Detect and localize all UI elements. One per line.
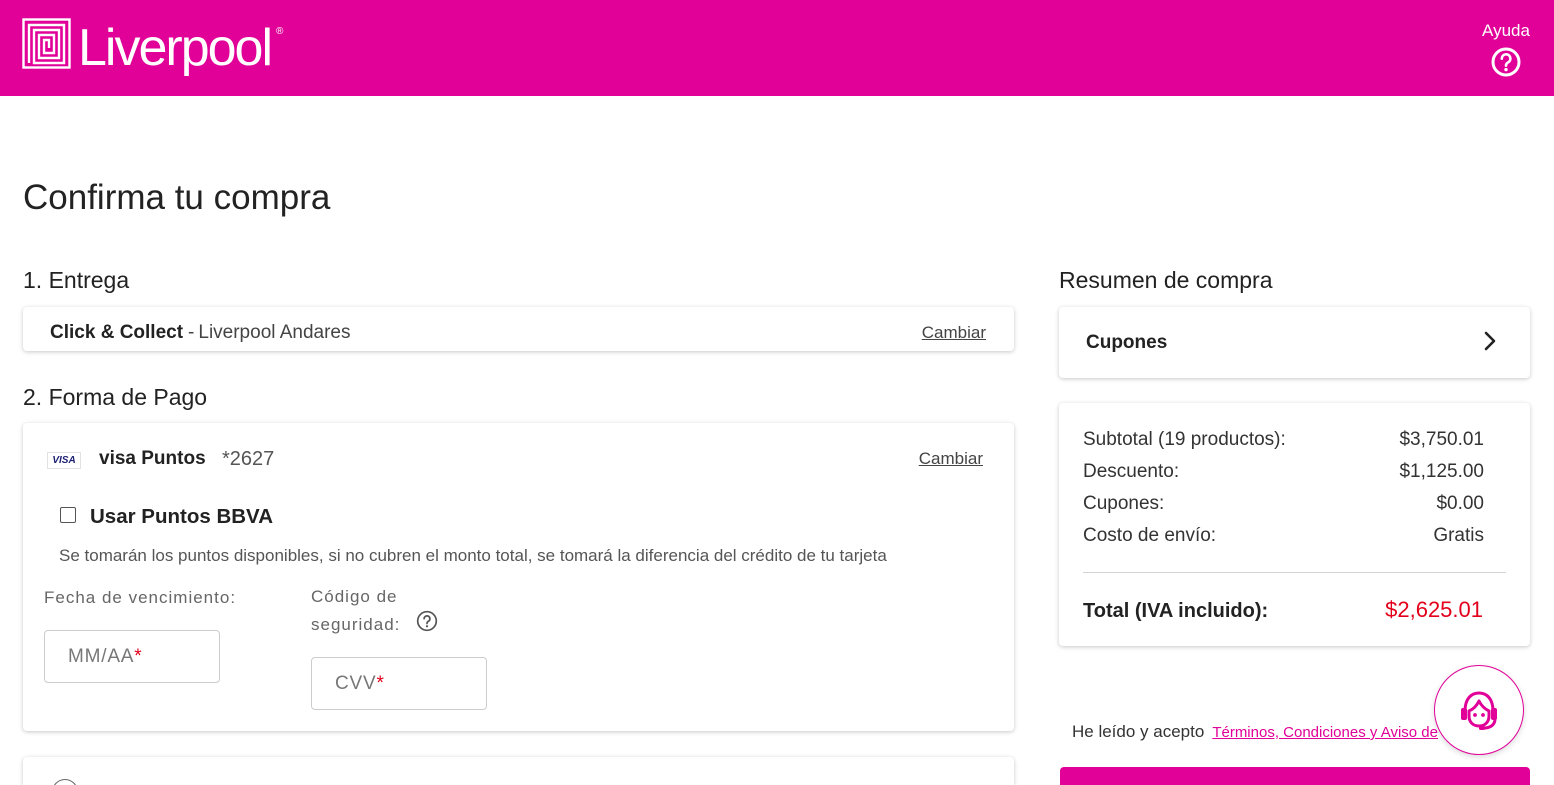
help-link[interactable]: Ayuda <box>1478 18 1534 84</box>
summary-row-label: Descuento: <box>1083 461 1180 482</box>
summary-divider <box>1083 572 1506 573</box>
summary-row: Subtotal (19 productos): $3,750.01 <box>1083 424 1484 456</box>
delivery-method: Click & Collect <box>50 322 184 343</box>
top-header: Liverpool ® Ayuda <box>0 0 1554 96</box>
summary-heading: Resumen de compra <box>1059 267 1273 293</box>
liverpool-logo-icon <box>22 18 71 69</box>
summary-card: Subtotal (19 productos): $3,750.01 Descu… <box>1059 403 1530 646</box>
points-note: Se tomarán los puntos disponibles, si no… <box>59 546 887 565</box>
brand-name: Liverpool <box>78 19 273 77</box>
payment-option-card <box>23 757 1014 785</box>
summary-row-value: $3,750.01 <box>1399 429 1484 450</box>
summary-row-value: Gratis <box>1433 525 1484 546</box>
cvv-label: Código de seguridad: <box>311 587 401 634</box>
delivery-heading: 1. Entrega <box>23 267 130 293</box>
page-title: Confirma tu compra <box>23 178 331 217</box>
summary-row-value: $1,125.00 <box>1399 461 1484 482</box>
total-value: $2,625.01 <box>1385 597 1483 622</box>
card-name: visa Puntos <box>99 448 206 469</box>
question-circle-icon <box>1491 47 1521 77</box>
summary-row-label: Cupones: <box>1083 493 1165 514</box>
delivery-separator: - <box>188 322 195 343</box>
use-points-label[interactable]: Usar Puntos BBVA <box>90 504 273 530</box>
delivery-card: Click & Collect - Liverpool Andares Cambia… <box>23 307 1014 351</box>
cvv-input[interactable]: CVV* <box>311 657 487 710</box>
expiry-input[interactable]: MM/AA* <box>44 630 220 683</box>
change-payment-link[interactable]: Cambiar <box>919 449 983 469</box>
visa-logo: VISA <box>47 452 81 469</box>
terms-link[interactable]: Términos, Condiciones y Aviso de <box>1212 724 1438 741</box>
summary-row: Costo de envío: Gratis <box>1083 520 1484 552</box>
terms-acceptance: He leído y acepto Términos, Condiciones y… <box>1072 721 1438 744</box>
summary-row-label: Subtotal (19 productos): <box>1083 429 1286 450</box>
card-number: *2627 <box>222 448 275 470</box>
summary-total: Total (IVA incluido): $2,625.01 <box>1083 594 1483 627</box>
question-circle-icon[interactable] <box>416 610 438 632</box>
delivery-summary: Click & Collect - Liverpool Andares <box>50 322 350 345</box>
summary-row-value: $0.00 <box>1436 493 1484 514</box>
help-label: Ayuda <box>1482 21 1530 40</box>
summary-row: Descuento: $1,125.00 <box>1083 456 1484 488</box>
use-points-checkbox[interactable] <box>60 507 76 523</box>
payment-card: VISA visa Puntos *2627 Cambiar Usar Punt… <box>23 423 1014 731</box>
required-mark: * <box>134 646 143 667</box>
payment-heading: 2. Forma de Pago <box>23 384 208 410</box>
total-label: Total (IVA incluido): <box>1083 600 1269 622</box>
liverpool-logo[interactable]: Liverpool ® <box>22 14 292 82</box>
coupons-label: Cupones <box>1086 332 1168 353</box>
chevron-right-icon <box>1484 331 1496 351</box>
delivery-store: Liverpool Andares <box>198 322 351 343</box>
cvv-placeholder: CVV <box>335 673 377 694</box>
expiry-label: Fecha de vencimiento: <box>44 588 237 607</box>
terms-prefix: He leído y acepto <box>1072 722 1205 741</box>
customer-support-agent-icon <box>1461 691 1497 730</box>
required-mark: * <box>376 673 385 694</box>
coupons-card[interactable]: Cupones <box>1059 307 1530 378</box>
summary-row: Cupones: $0.00 <box>1083 488 1484 520</box>
confirm-purchase-button[interactable] <box>1060 767 1530 785</box>
chat-support-button[interactable] <box>1434 665 1524 755</box>
summary-row-label: Costo de envío: <box>1083 525 1217 546</box>
registered-mark: ® <box>276 26 284 37</box>
expiry-placeholder: MM/AA <box>68 646 135 667</box>
radio-button-icon[interactable] <box>52 779 78 785</box>
change-delivery-link[interactable]: Cambiar <box>922 323 986 343</box>
